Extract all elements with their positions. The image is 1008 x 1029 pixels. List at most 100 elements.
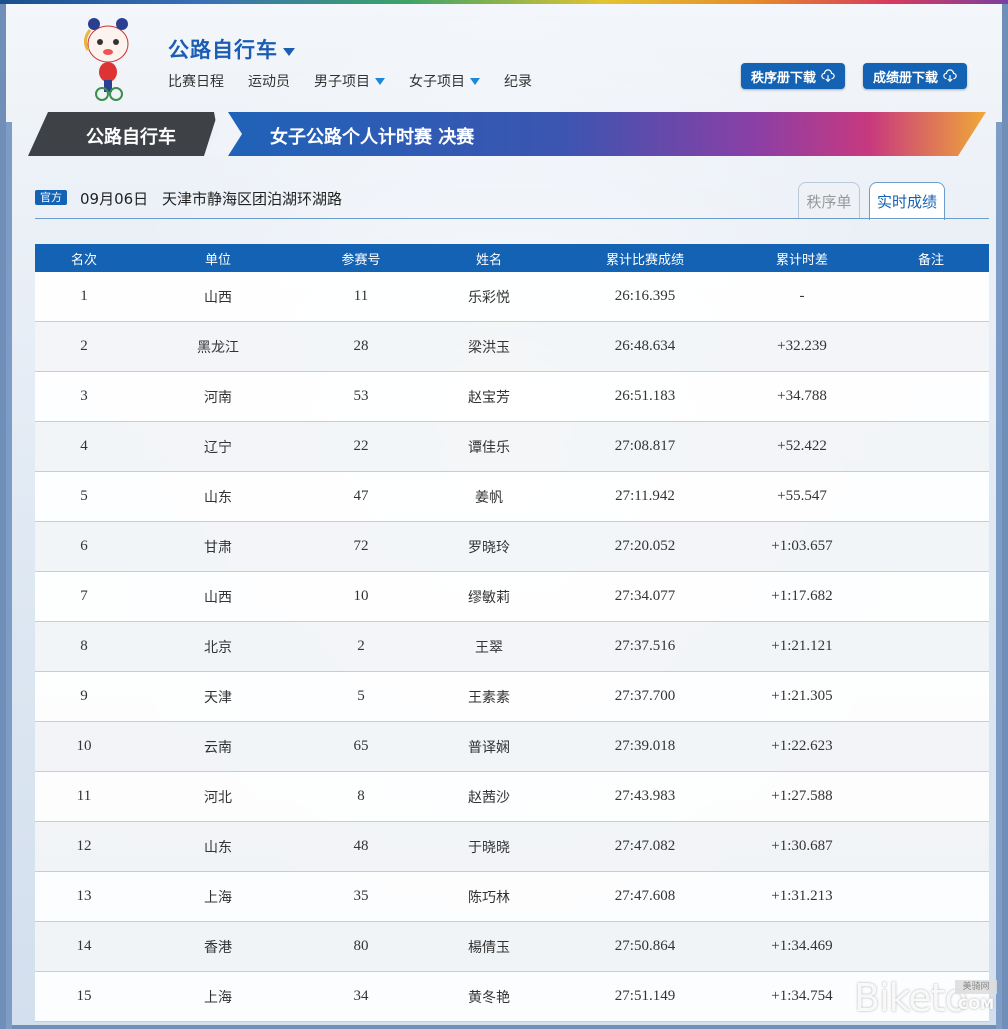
table-row[interactable]: 3 河南 53 赵宝芳 26:51.183 +34.788: [35, 372, 989, 422]
table-row[interactable]: 10 云南 65 普译娴 27:39.018 +1:22.623: [35, 722, 989, 772]
cell-gap: +1:21.305: [771, 688, 833, 704]
watermark-logo: Biketo 美骑网 COM: [854, 976, 1000, 1020]
banner-event-title: 女子公路个人计时赛 决赛: [270, 127, 475, 148]
table-row[interactable]: 2 黑龙江 28 梁洪玉 26:48.634 +32.239: [35, 322, 989, 372]
cell-unit: 山西: [204, 289, 232, 306]
table-row[interactable]: 1 山西 11 乐彩悦 26:16.395 -: [35, 272, 989, 322]
table-row[interactable]: 13 上海 35 陈巧林 27:47.608 +1:31.213: [35, 872, 989, 922]
cell-name: 赵宝芳: [468, 389, 510, 406]
cell-rank: 3: [80, 388, 88, 404]
cell-name: 姜帆: [475, 489, 503, 506]
table-row[interactable]: 14 香港 80 楊倩玉 27:50.864 +1:34.469: [35, 922, 989, 972]
cell-name: 乐彩悦: [468, 289, 510, 306]
chevron-down-icon: [375, 77, 385, 85]
cell-unit: 天津: [204, 689, 232, 706]
cell-gap: +1:34.469: [771, 938, 833, 954]
cell-rank: 7: [80, 588, 88, 604]
nav-label: 运动员: [248, 74, 290, 90]
cell-gap: +1:31.213: [771, 888, 833, 904]
table-row[interactable]: 4 辽宁 22 谭佳乐 27:08.817 +52.422: [35, 422, 989, 472]
download-start-list-button[interactable]: 秩序册下载: [741, 63, 845, 89]
cell-gap: +55.547: [777, 488, 827, 504]
cell-gap: +1:17.682: [771, 588, 833, 604]
nav-bar: 比赛日程 运动员 男子项目 女子项目 纪录: [168, 71, 556, 91]
cell-name: 于晓晓: [468, 839, 510, 856]
nav-item-women-events[interactable]: 女子项目: [409, 71, 480, 91]
cell-time: 27:20.052: [614, 538, 676, 554]
tab-start-list[interactable]: 秩序单: [798, 182, 860, 219]
cell-time: 27:51.149: [614, 988, 676, 1004]
cell-name: 缪敏莉: [468, 589, 510, 606]
official-badge: 官方: [35, 190, 67, 205]
cell-bib: 65: [353, 738, 369, 754]
nav-label: 男子项目: [314, 74, 370, 90]
cell-rank: 8: [80, 638, 88, 654]
cell-time: 27:39.018: [614, 738, 676, 754]
cell-rank: 9: [80, 688, 88, 704]
cell-bib: 10: [353, 588, 369, 604]
cell-bib: 11: [353, 288, 369, 304]
cell-rank: 12: [76, 838, 92, 854]
cell-name: 陈巧林: [468, 889, 510, 906]
column-header-note: 备注: [917, 252, 944, 268]
column-header-rank: 名次: [70, 252, 97, 268]
cell-unit: 黑龙江: [197, 339, 239, 356]
event-venue: 天津市静海区团泊湖环湖路: [162, 190, 343, 208]
nav-item-schedule[interactable]: 比赛日程: [168, 71, 224, 91]
cell-rank: 2: [80, 338, 88, 354]
cell-time: 26:48.634: [614, 338, 676, 354]
cell-name: 梁洪玉: [468, 339, 510, 356]
mascot-logo: [83, 18, 129, 101]
nav-item-records[interactable]: 纪录: [504, 71, 532, 91]
column-header-time: 累计比赛成绩: [605, 252, 684, 268]
table-row[interactable]: 9 天津 5 王素素 27:37.700 +1:21.305: [35, 672, 989, 722]
cell-bib: 5: [357, 688, 365, 704]
table-row[interactable]: 11 河北 8 赵茜沙 27:43.983 +1:27.588: [35, 772, 989, 822]
cell-name: 赵茜沙: [468, 789, 510, 806]
cell-name: 罗晓玲: [468, 539, 510, 556]
cell-gap: +52.422: [777, 438, 827, 454]
download-results-button[interactable]: 成绩册下载: [863, 63, 967, 89]
cell-time: 27:08.817: [614, 438, 676, 454]
table-row[interactable]: 7 山西 10 缪敏莉 27:34.077 +1:17.682: [35, 572, 989, 622]
cell-rank: 6: [80, 538, 88, 554]
cell-unit: 北京: [204, 639, 232, 656]
watermark-cn: 美骑网: [955, 980, 997, 994]
column-header-bib: 参赛号: [341, 252, 381, 268]
cell-unit: 河南: [204, 389, 232, 406]
left-decoration: [6, 122, 12, 1029]
nav-label: 比赛日程: [168, 74, 224, 90]
table-row[interactable]: 8 北京 2 王翠 27:37.516 +1:21.121: [35, 622, 989, 672]
cell-name: 普译娴: [468, 739, 510, 756]
results-table: 名次 单位 参赛号 姓名 累计比赛成绩 累计时差 备注 1 山西 11 乐彩悦 26:16.395 -…: [35, 244, 989, 1022]
cell-gap: +1:27.588: [771, 788, 833, 804]
cell-bib: 2: [357, 638, 365, 654]
cloud-download-icon: [821, 69, 835, 83]
nav-label: 纪录: [504, 74, 532, 90]
nav-item-athletes[interactable]: 运动员: [248, 71, 290, 91]
sport-dropdown-icon[interactable]: [283, 48, 295, 56]
cell-name: 黄冬艳: [468, 989, 510, 1006]
cell-unit: 上海: [204, 889, 232, 906]
right-decoration: [996, 122, 1002, 1029]
cell-unit: 辽宁: [204, 439, 232, 456]
cell-gap: -: [799, 288, 805, 304]
nav-item-men-events[interactable]: 男子项目: [314, 71, 385, 91]
cell-bib: 8: [357, 788, 365, 804]
table-row[interactable]: 12 山东 48 于晓晓 27:47.082 +1:30.687: [35, 822, 989, 872]
cell-time: 27:37.700: [614, 688, 676, 704]
tab-live-results[interactable]: 实时成绩: [869, 182, 945, 220]
table-row[interactable]: 5 山东 47 姜帆 27:11.942 +55.547: [35, 472, 989, 522]
cell-bib: 48: [353, 838, 369, 854]
cell-time: 27:11.942: [615, 488, 675, 504]
event-date: 09月06日: [80, 190, 149, 208]
cell-time: 27:50.864: [614, 938, 676, 954]
cell-unit: 上海: [204, 989, 232, 1006]
table-row[interactable]: 6 甘肃 72 罗晓玲 27:20.052 +1:03.657: [35, 522, 989, 572]
cell-name: 谭佳乐: [468, 439, 510, 456]
cell-bib: 47: [353, 488, 369, 504]
cell-unit: 甘肃: [204, 539, 232, 556]
cell-rank: 1: [80, 288, 88, 304]
sport-title[interactable]: 公路自行车: [168, 34, 278, 64]
table-row[interactable]: 15 上海 34 黄冬艳 27:51.149 +1:34.754: [35, 972, 989, 1022]
